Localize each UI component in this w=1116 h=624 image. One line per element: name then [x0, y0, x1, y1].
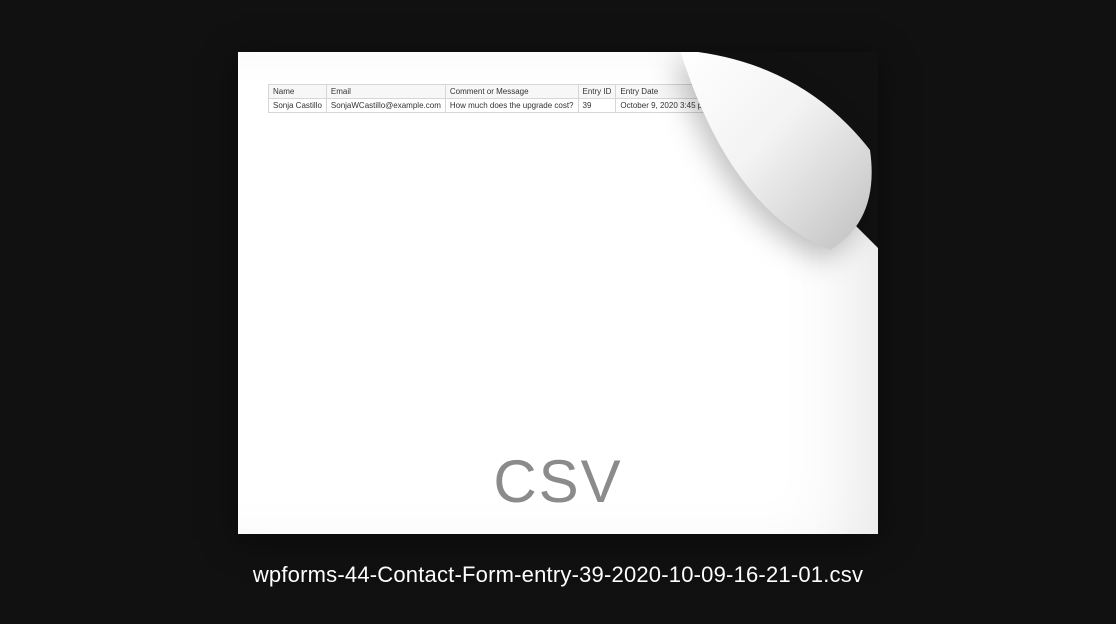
col-date: Entry Date [616, 85, 714, 99]
table-row: Sonja Castillo SonjaWCastillo@example.co… [269, 99, 800, 113]
col-notes: Entry Notes [713, 85, 764, 99]
cell-email: SonjaWCastillo@example.com [326, 99, 445, 113]
col-email: Email [326, 85, 445, 99]
file-name: wpforms-44-Contact-Form-entry-39-2020-10… [253, 562, 863, 588]
col-entryid: Entry ID [578, 85, 616, 99]
cell-name: Sonja Castillo [269, 99, 327, 113]
col-comment: Comment or Message [445, 85, 578, 99]
file-type-label: CSV [238, 447, 878, 516]
cell-notes [713, 99, 764, 113]
csv-table: Name Email Comment or Message Entry ID E… [268, 84, 878, 113]
cell-comment: How much does the upgrade cost? [445, 99, 578, 113]
col-name: Name [269, 85, 327, 99]
cell-entryid: 39 [578, 99, 616, 113]
col-viewed: Viewed [764, 85, 799, 99]
cell-date: October 9, 2020 3:45 pm [616, 99, 714, 113]
csv-file-preview: Name Email Comment or Message Entry ID E… [238, 52, 878, 534]
cell-viewed: 1 [764, 99, 799, 113]
table-header-row: Name Email Comment or Message Entry ID E… [269, 85, 800, 99]
